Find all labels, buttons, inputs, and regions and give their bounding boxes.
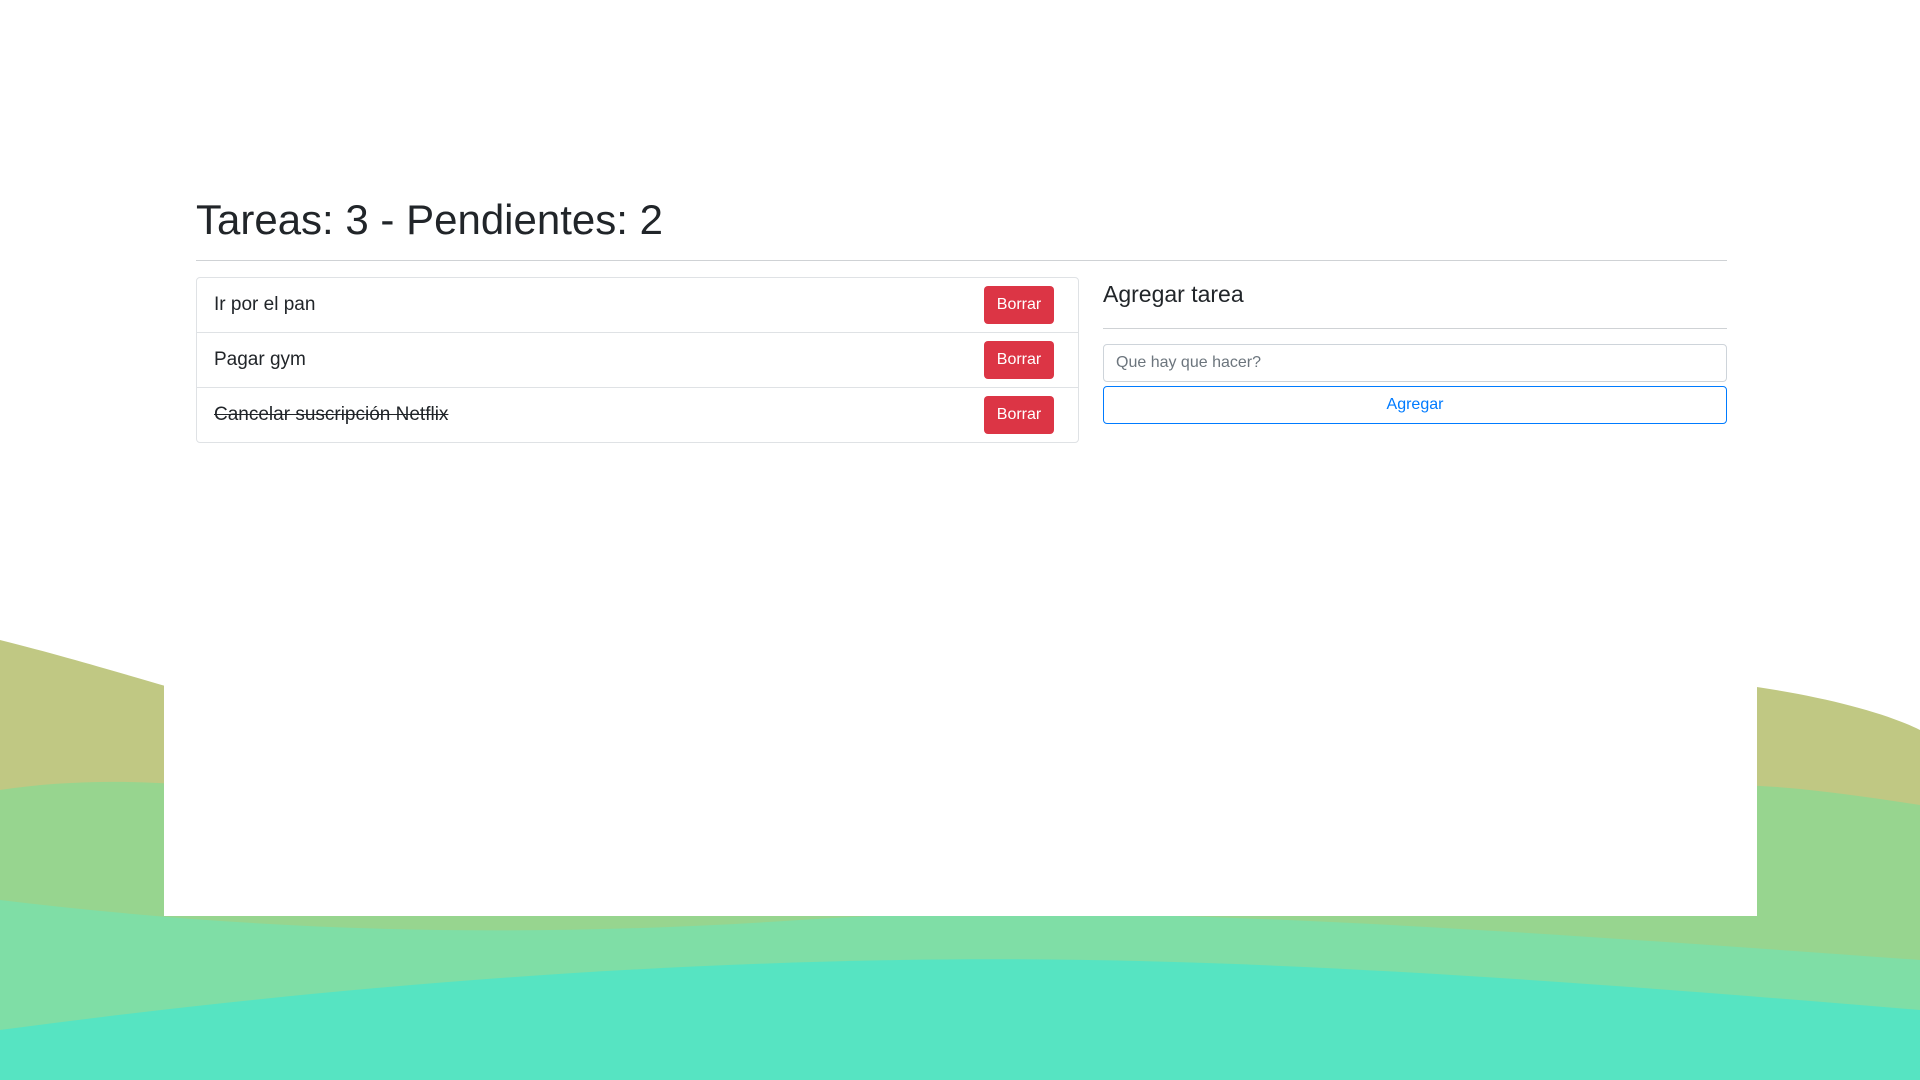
add-task-column: Agregar tarea Agregar	[1103, 277, 1727, 443]
form-divider	[1103, 328, 1727, 329]
task-input[interactable]	[1103, 344, 1727, 382]
delete-button[interactable]: Borrar	[984, 286, 1054, 324]
task-text[interactable]: Ir por el pan	[214, 294, 315, 316]
task-list-column: Ir por el pan Borrar Pagar gym Borrar Cancel…	[196, 277, 1079, 443]
todo-app: Tareas: 3 - Pendientes: 2 Ir por el pan B…	[196, 190, 1727, 443]
task-text[interactable]: Cancelar suscripción Netflix	[214, 404, 448, 426]
delete-button[interactable]: Borrar	[984, 341, 1054, 379]
content-card	[164, 0, 1757, 916]
page-title: Tareas: 3 - Pendientes: 2	[196, 196, 663, 243]
page: Tareas: 3 - Pendientes: 2 Ir por el pan B…	[0, 0, 1920, 1080]
list-item: Pagar gym Borrar	[197, 333, 1078, 388]
list-item: Cancelar suscripción Netflix Borrar	[197, 388, 1078, 442]
task-text[interactable]: Pagar gym	[214, 349, 306, 371]
main-row: Ir por el pan Borrar Pagar gym Borrar Cancel…	[196, 277, 1727, 443]
task-list: Ir por el pan Borrar Pagar gym Borrar Cancel…	[196, 277, 1079, 443]
title-divider	[196, 260, 1727, 261]
delete-button[interactable]: Borrar	[984, 396, 1054, 434]
add-task-heading: Agregar tarea	[1103, 281, 1244, 307]
list-item: Ir por el pan Borrar	[197, 278, 1078, 333]
add-task-button[interactable]: Agregar	[1103, 386, 1727, 424]
